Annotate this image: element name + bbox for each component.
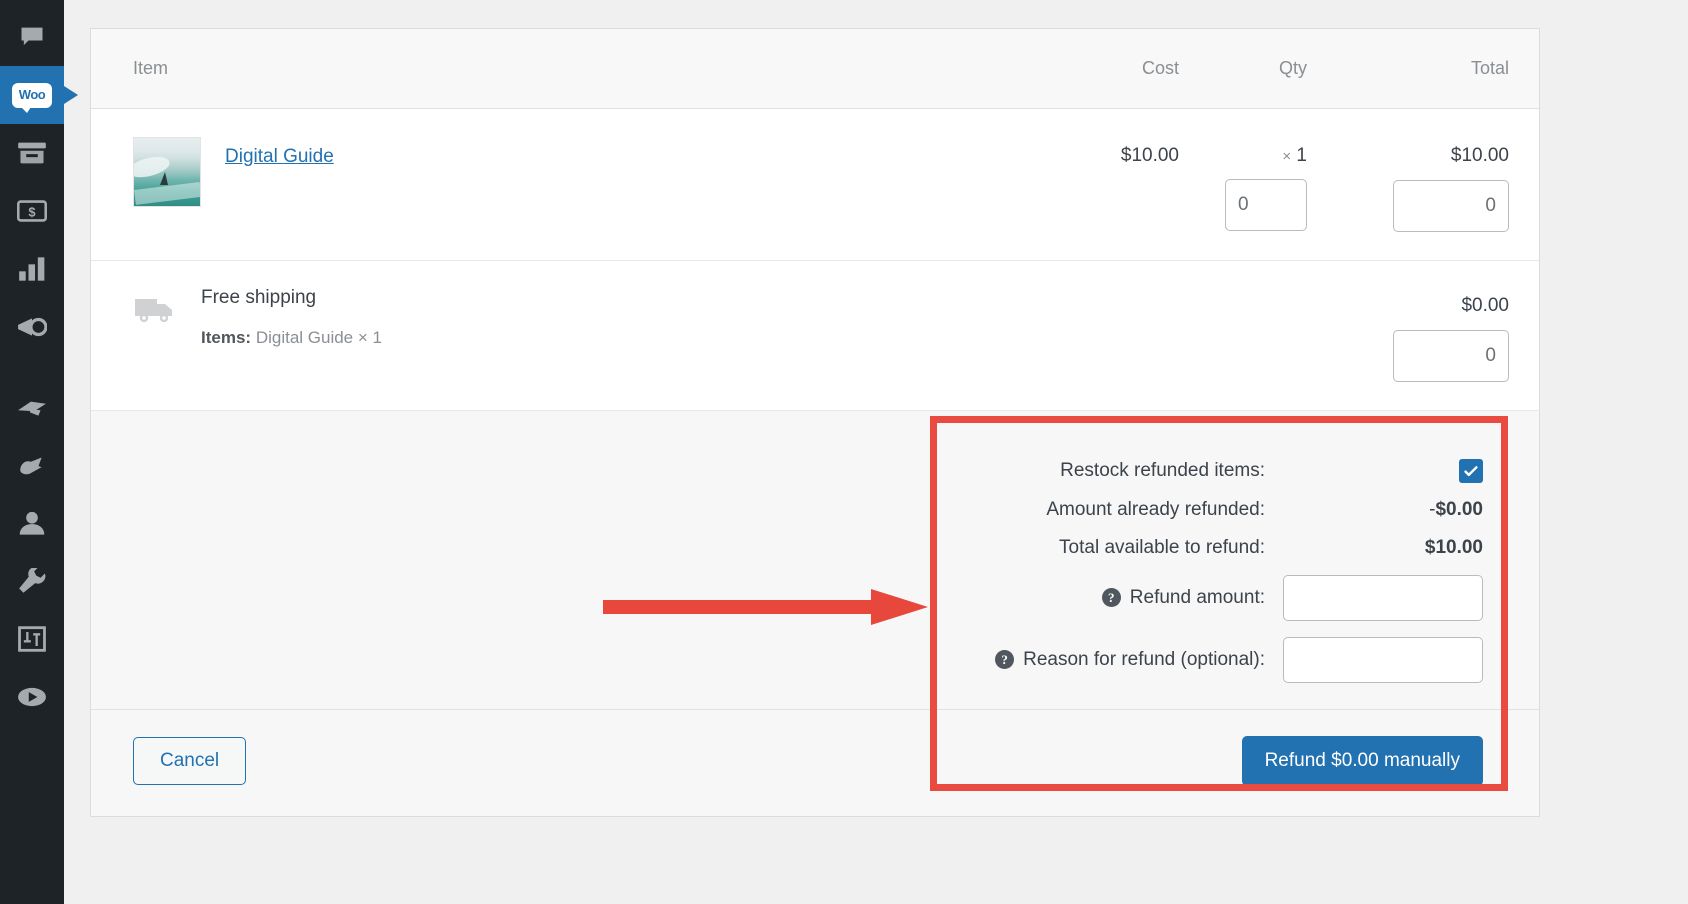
header-qty: Qty [1278,58,1307,78]
already-refunded-label: Amount already refunded: [1046,498,1265,520]
sidebar-item-users[interactable] [0,494,64,552]
refund-reason-label-cell: ? Reason for refund (optional): [995,629,1283,691]
sidebar-item-tools[interactable] [0,552,64,610]
woocommerce-order-refund-screen: Woo $ Item Cost Qty Total Digital Guide … [0,0,1688,904]
already-refunded-value: $0.00 [1435,498,1483,520]
user-icon [18,510,46,536]
refund-manually-button[interactable]: Refund $0.00 manually [1241,735,1483,787]
total-available-row: Total available to refund: $10.00 [995,529,1483,567]
refund-amount-label-cell: ? Refund amount: [995,567,1283,629]
already-refunded-row: Amount already refunded: -$0.00 [995,491,1483,529]
refund-reason-label: Reason for refund (optional): [1023,648,1265,670]
line-item-total-refund-input[interactable] [1393,179,1509,232]
refund-fields-table: Restock refunded items: Amount already r… [995,451,1483,691]
bar-chart-icon [18,256,46,282]
refund-summary-section: Restock refunded items: Amount already r… [91,410,1539,817]
line-item-qty-refund-input[interactable] [1225,179,1307,231]
sliders-icon [18,626,46,652]
main-content: Item Cost Qty Total Digital Guide $10.00 [64,0,1688,904]
sidebar-item-marketing[interactable] [0,298,64,356]
line-item-qty-cell: × 1 [1179,137,1329,231]
sidebar-item-comments[interactable] [0,8,64,66]
comment-icon [18,23,46,51]
line-item-cost: $10.00 [1120,145,1179,166]
refund-actions-bar: Cancel Refund $0.00 manually [91,708,1539,817]
sidebar-item-analytics[interactable] [0,240,64,298]
header-total: Total [1470,58,1509,78]
wrench-icon [17,568,47,594]
woo-logo-text: Woo [18,86,46,102]
line-item-cell: Digital Guide [133,137,1019,207]
restock-row: Restock refunded items: [995,451,1483,491]
shipping-total-cell: $0.00 [1329,287,1509,382]
shipping-total: $0.00 [1461,294,1509,316]
total-available-label: Total available to refund: [1059,536,1265,558]
refund-reason-input-cell [1283,629,1483,691]
sidebar-item-products[interactable] [0,124,64,182]
money-bill-icon: $ [17,198,47,224]
megaphone-icon [17,314,47,340]
order-items-panel: Item Cost Qty Total Digital Guide $10.00 [90,28,1540,818]
restock-value-cell [1283,451,1483,491]
refund-reason-help-icon[interactable]: ? [995,650,1015,670]
sidebar-item-plugins[interactable] [0,436,64,494]
wp-admin-sidebar: Woo $ [0,0,64,904]
table-row: Digital Guide $10.00 × 1 $10.00 [91,109,1539,261]
refund-amount-input-cell [1283,567,1483,629]
refund-amount-input[interactable] [1283,574,1483,621]
shipping-details: Free shipping Items: Digital Guide × 1 [193,287,1019,348]
refund-amount-row: ? Refund amount: [995,567,1483,629]
restock-label: Restock refunded items: [1060,459,1265,481]
sidebar-item-appearance[interactable] [0,378,64,436]
woo-logo-icon: Woo [11,82,53,113]
shipping-items-line: Items: Digital Guide × 1 [201,328,1019,348]
order-items-table-header: Item Cost Qty Total [91,29,1539,109]
qty-value: 1 [1296,145,1307,166]
play-circle-icon [17,684,47,710]
total-available-value-cell: $10.00 [1283,529,1483,567]
header-cost: Cost [1141,58,1179,78]
line-item-qty: × 1 [1282,137,1307,167]
sidebar-item-media[interactable] [0,668,64,726]
shipping-items-label: Items: [201,327,252,347]
plug-icon [17,453,47,477]
line-item-cost-cell: $10.00 [1019,137,1179,168]
product-name-link[interactable]: Digital Guide [225,146,334,168]
refund-fields-container: Restock refunded items: Amount already r… [91,411,1539,709]
refund-amount-help-icon[interactable]: ? [1101,588,1121,608]
shipping-total-refund-input[interactable] [1393,329,1509,382]
already-refunded-value-cell: -$0.00 [1283,491,1483,529]
shipping-items-value: Digital Guide × 1 [255,327,382,347]
restock-refunded-items-checkbox[interactable] [1459,458,1483,483]
shipping-method-name: Free shipping [201,286,317,308]
check-icon [1464,465,1478,476]
sidebar-item-woocommerce[interactable]: Woo [0,66,64,124]
paintbrush-icon [17,395,47,419]
sidebar-item-settings[interactable] [0,610,64,668]
line-item-total: $10.00 [1450,145,1509,166]
product-thumbnail [133,137,201,207]
cancel-button[interactable]: Cancel [133,736,247,786]
refund-amount-label: Refund amount: [1129,586,1265,608]
line-item-total-cell: $10.00 [1329,137,1509,232]
svg-text:$: $ [28,204,35,219]
refund-reason-row: ? Reason for refund (optional): [995,629,1483,691]
qty-multiplier-symbol: × [1282,148,1292,165]
truck-icon [133,287,193,332]
total-available-value: $10.00 [1424,536,1483,558]
refund-reason-input[interactable] [1283,636,1483,683]
header-item: Item [133,58,169,78]
sidebar-item-payments[interactable]: $ [0,182,64,240]
shipping-row: Free shipping Items: Digital Guide × 1 $… [91,261,1539,411]
products-box-icon [17,139,47,167]
